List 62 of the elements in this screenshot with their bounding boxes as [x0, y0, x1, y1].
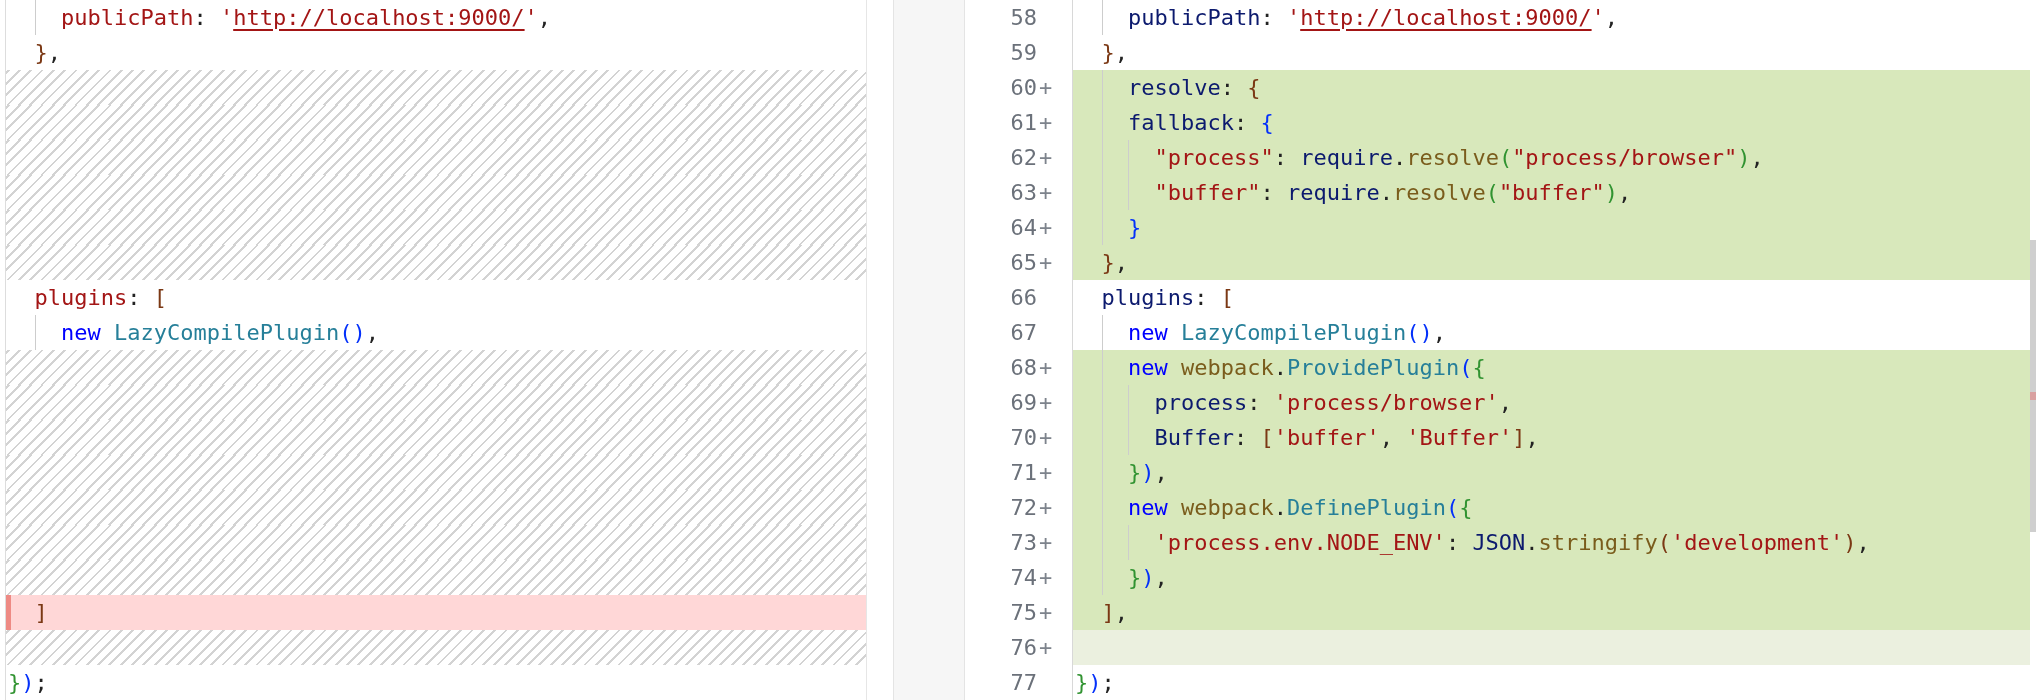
line-number: 69 [1009, 390, 1037, 415]
added-marker: + [1038, 600, 1054, 625]
line-number: 74 [1009, 565, 1037, 590]
code-line: new LazyCompilePlugin(), [59, 320, 379, 345]
code-line: publicPath: 'http://localhost:9000/', [59, 5, 552, 30]
code-line: fallback: { [1126, 110, 1274, 135]
code-line: 'process.env.NODE_ENV': JSON.stringify('development'), [1153, 530, 1870, 555]
line-number: 65 [1009, 250, 1037, 275]
added-marker: + [1038, 250, 1054, 275]
added-marker: + [1038, 145, 1054, 170]
line-number: 64 [1009, 215, 1037, 240]
code-line: }); [7, 670, 48, 695]
code-line: new webpack.ProvidePlugin({ [1126, 355, 1486, 380]
code-line: "process": require.resolve("process/browser"), [1153, 145, 1764, 170]
line-number: 77 [1009, 670, 1037, 695]
added-marker: + [1038, 460, 1054, 485]
code-line: "buffer": require.resolve("buffer"), [1153, 180, 1632, 205]
line-number: 61 [1009, 110, 1037, 135]
line-number: 71 [1009, 460, 1037, 485]
line-number: 58 [1009, 5, 1037, 30]
code-line: publicPath: 'http://localhost:9000/', [1126, 5, 1619, 30]
line-number: 63 [1009, 180, 1037, 205]
line-number: 68 [1009, 355, 1037, 380]
line-number: 62 [1009, 145, 1037, 170]
added-marker: + [1038, 635, 1054, 660]
code-line: ] [33, 600, 48, 625]
code-line: new LazyCompilePlugin(), [1126, 320, 1446, 345]
line-number: 70 [1009, 425, 1037, 450]
added-marker: + [1038, 565, 1054, 590]
code-line: }, [1100, 250, 1128, 275]
line-number: 59 [1009, 40, 1037, 65]
code-line: }, [1100, 40, 1128, 65]
code-line: plugins: [ [1100, 285, 1234, 310]
line-number: 66 [1009, 285, 1037, 310]
added-marker: + [1038, 425, 1054, 450]
code-line: process: 'process/browser', [1153, 390, 1513, 415]
code-line: ], [1100, 600, 1128, 625]
added-marker: + [1038, 495, 1054, 520]
change-mark [2030, 392, 2036, 400]
code-line: } [1126, 215, 1142, 240]
code-line: }, [33, 40, 61, 65]
line-number: 73 [1009, 530, 1037, 555]
scrollbar-thumb[interactable] [2030, 240, 2036, 532]
code-line: plugins: [ [33, 285, 167, 310]
line-number: 67 [1009, 320, 1037, 345]
code-line: }); [1074, 670, 1115, 695]
line-number: 60 [1009, 75, 1037, 100]
line-number: 72 [1009, 495, 1037, 520]
code-line: }), [1126, 460, 1168, 485]
line-number: 75 [1009, 600, 1037, 625]
added-marker: + [1038, 355, 1054, 380]
added-marker: + [1038, 215, 1054, 240]
added-marker: + [1038, 390, 1054, 415]
code-line: new webpack.DefinePlugin({ [1126, 495, 1473, 520]
code-line: resolve: { [1126, 75, 1261, 100]
code-line: }), [1126, 565, 1168, 590]
added-marker: + [1038, 75, 1054, 100]
line-number: 76 [1009, 635, 1037, 660]
added-marker: + [1038, 180, 1054, 205]
code-line: Buffer: ['buffer', 'Buffer'], [1153, 425, 1539, 450]
added-marker: + [1038, 530, 1054, 555]
added-marker: + [1038, 110, 1054, 135]
